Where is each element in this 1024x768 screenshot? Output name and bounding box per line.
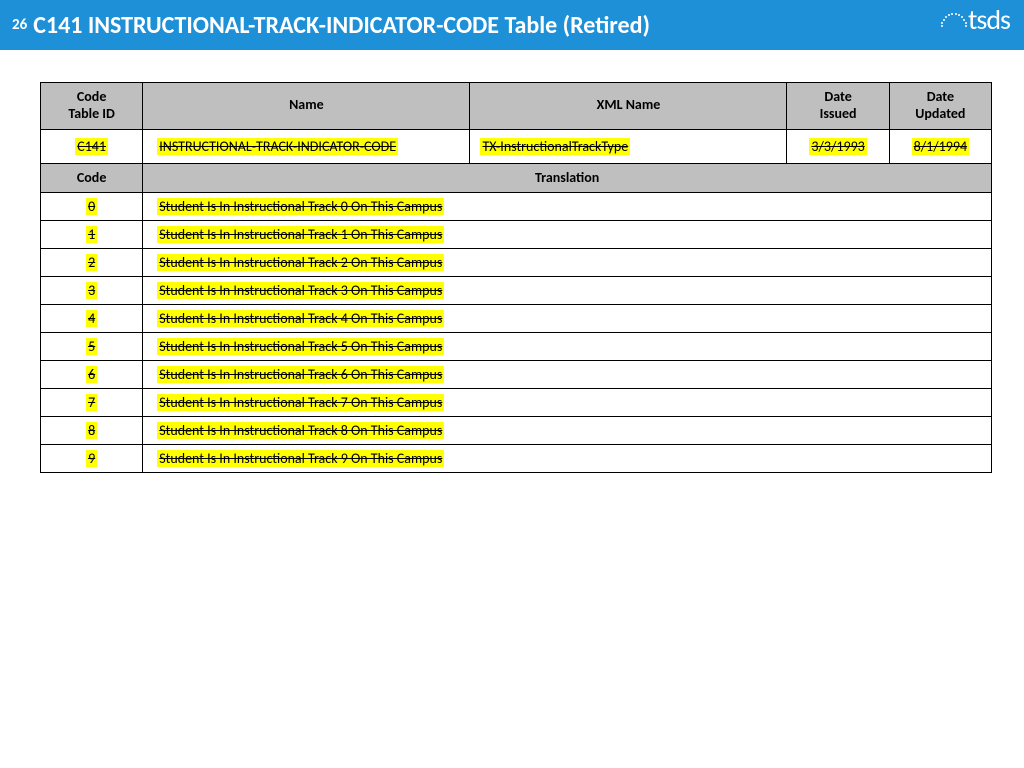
translation-cell: Student Is In Instructional Track 3 On T… [143, 277, 992, 305]
tsds-logo: tsds [940, 6, 1010, 34]
translation-cell: Student Is In Instructional Track 8 On T… [143, 417, 992, 445]
header-translation: Translation [143, 163, 992, 193]
code-cell: 2 [41, 249, 143, 277]
table-row: 1Student Is In Instructional Track 1 On … [41, 221, 992, 249]
logo-text: tsds [968, 6, 1010, 34]
table-header-row-2: Code Translation [41, 163, 992, 193]
header-date-updated: DateUpdated [889, 83, 991, 130]
code-cell: 8 [41, 417, 143, 445]
table-row: 0Student Is In Instructional Track 0 On … [41, 193, 992, 221]
code-cell: 9 [41, 445, 143, 473]
translation-cell: Student Is In Instructional Track 9 On T… [143, 445, 992, 473]
header-name: Name [143, 83, 470, 130]
translation-cell: Student Is In Instructional Track 7 On T… [143, 389, 992, 417]
code-cell: 7 [41, 389, 143, 417]
code-cell: 0 [41, 193, 143, 221]
translation-cell: Student Is In Instructional Track 5 On T… [143, 333, 992, 361]
code-cell: 5 [41, 333, 143, 361]
table-header-row-1: CodeTable ID Name XML Name DateIssued Da… [41, 83, 992, 130]
code-table: CodeTable ID Name XML Name DateIssued Da… [40, 82, 992, 473]
translation-cell: Student Is In Instructional Track 6 On T… [143, 361, 992, 389]
cell-date-issued: 3/3/1993 [787, 129, 889, 163]
page-title: C141 INSTRUCTIONAL-TRACK-INDICATOR-CODE … [33, 11, 650, 40]
cell-name: INSTRUCTIONAL-TRACK-INDICATOR-CODE [143, 129, 470, 163]
translation-cell: Student Is In Instructional Track 4 On T… [143, 305, 992, 333]
table-row: 2Student Is In Instructional Track 2 On … [41, 249, 992, 277]
table-row: 4Student Is In Instructional Track 4 On … [41, 305, 992, 333]
code-cell: 4 [41, 305, 143, 333]
code-cell: 3 [41, 277, 143, 305]
table-row: 3Student Is In Instructional Track 3 On … [41, 277, 992, 305]
table-row: 7Student Is In Instructional Track 7 On … [41, 389, 992, 417]
table-row: 6Student Is In Instructional Track 6 On … [41, 361, 992, 389]
table-row: 8Student Is In Instructional Track 8 On … [41, 417, 992, 445]
cell-code-table-id: C141 [41, 129, 143, 163]
cell-xml-name: TX-InstructionalTrackType [470, 129, 787, 163]
translation-cell: Student Is In Instructional Track 1 On T… [143, 221, 992, 249]
meta-row: C141 INSTRUCTIONAL-TRACK-INDICATOR-CODE … [41, 129, 992, 163]
slide-header: 26 C141 INSTRUCTIONAL-TRACK-INDICATOR-CO… [0, 0, 1024, 50]
translation-cell: Student Is In Instructional Track 2 On T… [143, 249, 992, 277]
header-date-issued: DateIssued [787, 83, 889, 130]
content-area: CodeTable ID Name XML Name DateIssued Da… [0, 50, 1024, 473]
code-cell: 1 [41, 221, 143, 249]
slide-number: 26 [12, 16, 27, 34]
logo-dots-icon [940, 7, 966, 33]
table-row: 5Student Is In Instructional Track 5 On … [41, 333, 992, 361]
cell-date-updated: 8/1/1994 [889, 129, 991, 163]
header-code-table-id: CodeTable ID [41, 83, 143, 130]
header-xml-name: XML Name [470, 83, 787, 130]
header-code: Code [41, 163, 143, 193]
code-cell: 6 [41, 361, 143, 389]
table-row: 9Student Is In Instructional Track 9 On … [41, 445, 992, 473]
translation-cell: Student Is In Instructional Track 0 On T… [143, 193, 992, 221]
